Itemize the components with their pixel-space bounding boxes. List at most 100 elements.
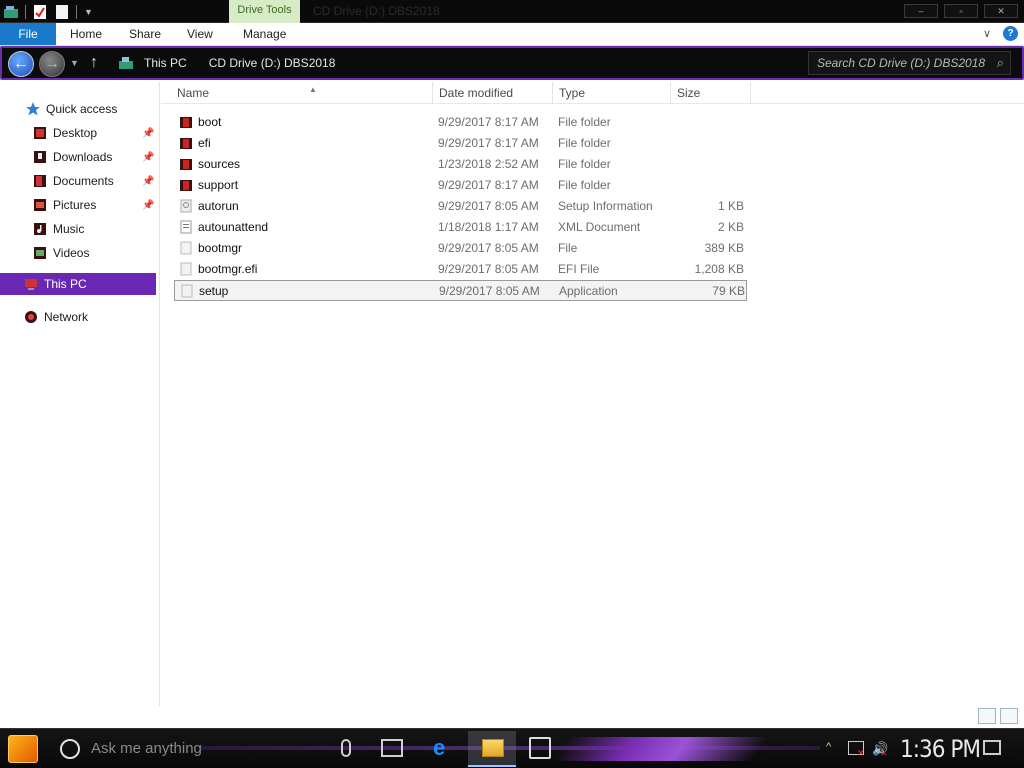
file-row[interactable]: autounattend 1/18/2018 1:17 AM XML Documen…: [174, 217, 747, 238]
column-header-type[interactable]: Type: [553, 82, 671, 104]
customize-toolbar-chevron-icon[interactable]: ▼: [84, 7, 93, 17]
application-icon: [180, 284, 194, 298]
nav-item-videos[interactable]: Videos: [0, 242, 158, 264]
tab-manage[interactable]: Manage: [235, 23, 294, 45]
nav-item-documents[interactable]: Documents 📌: [0, 170, 158, 192]
nav-item-downloads[interactable]: Downloads 📌: [0, 146, 158, 168]
recent-locations-chevron-icon[interactable]: ▼: [70, 58, 79, 68]
file-date-modified: 9/29/2017 8:17 AM: [438, 178, 539, 192]
drive-icon: [119, 57, 133, 69]
tab-view[interactable]: View: [179, 23, 221, 45]
taskbar-clock[interactable]: 1:36 PM: [900, 735, 981, 763]
navigation-pane: Quick access Desktop 📌 Downloads 📌 Docum…: [0, 82, 160, 706]
file-size: 389 KB: [704, 241, 744, 255]
file-row[interactable]: bootmgr 9/29/2017 8:05 AM File 389 KB: [174, 238, 747, 259]
maximize-button[interactable]: ▫: [944, 4, 978, 18]
column-header-name[interactable]: Name ▲: [171, 82, 433, 104]
column-header-size[interactable]: Size: [671, 82, 751, 104]
file-explorer-taskbar-button[interactable]: [468, 731, 516, 767]
nav-label: Network: [44, 310, 89, 324]
drive-icon[interactable]: [3, 4, 19, 20]
file-row[interactable]: efi 9/29/2017 8:17 AM File folder: [174, 133, 747, 154]
nav-item-pictures[interactable]: Pictures 📌: [0, 194, 158, 216]
navigation-bar: ← → ▼ ↑ This PC CD Drive (D:) DBS2018 Se…: [0, 46, 1024, 80]
up-arrow-icon[interactable]: ↑: [90, 54, 98, 72]
file-row[interactable]: sources 1/23/2018 2:52 AM File folder: [174, 154, 747, 175]
nav-item-this-pc[interactable]: This PC: [0, 273, 156, 295]
cortana-icon[interactable]: [60, 739, 80, 759]
file-type: File: [558, 241, 578, 255]
file-row[interactable]: support 9/29/2017 8:17 AM File folder: [174, 175, 747, 196]
file-row[interactable]: setup 9/29/2017 8:05 AM Application 79 KB: [174, 280, 747, 301]
file-row[interactable]: boot 9/29/2017 8:17 AM File folder: [174, 112, 747, 133]
tab-file[interactable]: File: [0, 23, 56, 45]
taskbar-decoration: [551, 737, 769, 761]
folder-icon: [179, 136, 193, 150]
file-row[interactable]: bootmgr.efi 9/29/2017 8:05 AM EFI File 1,20…: [174, 259, 747, 280]
file-date-modified: 9/29/2017 8:05 AM: [439, 284, 540, 298]
column-header-row: Name ▲ Date modified Type Size: [161, 82, 1024, 104]
large-icons-view-icon[interactable]: [1000, 708, 1018, 724]
file-type: Setup Information: [558, 199, 653, 213]
file-name: efi: [198, 136, 211, 150]
file-size: 1 KB: [717, 199, 744, 213]
task-view-icon[interactable]: [381, 739, 403, 757]
nav-item-desktop[interactable]: Desktop 📌: [0, 122, 158, 144]
file-name: support: [198, 178, 239, 192]
search-box[interactable]: Search CD Drive (D:) DBS2018 ⌕: [808, 51, 1011, 75]
search-icon[interactable]: ⌕: [997, 55, 1004, 71]
drive-tools-context-tab[interactable]: Drive Tools: [229, 0, 300, 23]
store-icon[interactable]: [529, 737, 551, 759]
forward-button[interactable]: →: [39, 51, 65, 77]
file-name: boot: [198, 115, 222, 129]
computer-icon: [25, 279, 37, 290]
taskbar-search-input[interactable]: Ask me anything: [91, 740, 202, 757]
file-size: 1,208 KB: [694, 262, 744, 276]
pin-icon[interactable]: 📌: [142, 128, 154, 139]
file-size: [678, 154, 744, 175]
nav-item-network[interactable]: Network: [0, 306, 158, 328]
pin-icon[interactable]: 📌: [142, 176, 154, 187]
setup-info-file-icon: [179, 199, 193, 213]
start-button[interactable]: [8, 735, 38, 763]
pin-icon[interactable]: 📌: [142, 200, 154, 211]
search-input[interactable]: Search CD Drive (D:) DBS2018: [817, 56, 997, 70]
pin-icon[interactable]: 📌: [142, 152, 154, 163]
folder-icon: [482, 739, 504, 757]
tab-home[interactable]: Home: [62, 23, 110, 45]
toolbar-separator: [76, 4, 77, 19]
minimize-button[interactable]: –: [904, 4, 938, 18]
file-type: File folder: [558, 115, 611, 129]
file-size: [678, 133, 744, 154]
column-header-date[interactable]: Date modified: [433, 82, 553, 104]
volume-muted-icon: ✕: [880, 748, 888, 758]
file-size: [678, 175, 744, 196]
file-date-modified: 1/23/2018 2:52 AM: [438, 157, 539, 171]
toolbar-separator: [25, 4, 26, 19]
folder-icon: [179, 178, 193, 192]
edge-icon[interactable]: e: [433, 737, 455, 759]
close-button[interactable]: ✕: [984, 4, 1018, 18]
show-hidden-icons-chevron-icon[interactable]: ^: [826, 741, 831, 753]
title-bar: ▼ Drive Tools CD Drive (D:) DBS2018 – ▫ …: [0, 0, 1024, 23]
breadcrumb-cd-drive[interactable]: CD Drive (D:) DBS2018: [209, 56, 336, 70]
properties-icon[interactable]: [32, 4, 48, 20]
expand-ribbon-chevron-icon[interactable]: ∨: [983, 27, 991, 40]
microphone-icon[interactable]: [341, 739, 351, 757]
file-row[interactable]: autorun 9/29/2017 8:05 AM Setup Informatio…: [174, 196, 747, 217]
folder-icon: [179, 115, 193, 129]
pictures-icon: [34, 199, 46, 211]
nav-item-music[interactable]: Music: [0, 218, 158, 240]
new-folder-icon[interactable]: [54, 4, 70, 20]
address-bar[interactable]: This PC CD Drive (D:) DBS2018: [114, 51, 802, 75]
nav-quick-access[interactable]: Quick access: [0, 98, 158, 120]
nav-label: Downloads: [53, 150, 113, 164]
breadcrumb-this-pc[interactable]: This PC: [144, 56, 187, 70]
file-list-pane: Name ▲ Date modified Type Size boot 9/29/…: [161, 82, 1024, 706]
nav-label: This PC: [44, 277, 87, 291]
tab-share[interactable]: Share: [121, 23, 169, 45]
details-view-icon[interactable]: [978, 708, 996, 724]
back-button[interactable]: ←: [8, 51, 34, 77]
action-center-icon[interactable]: [983, 740, 1001, 755]
help-icon[interactable]: ?: [1003, 26, 1018, 41]
